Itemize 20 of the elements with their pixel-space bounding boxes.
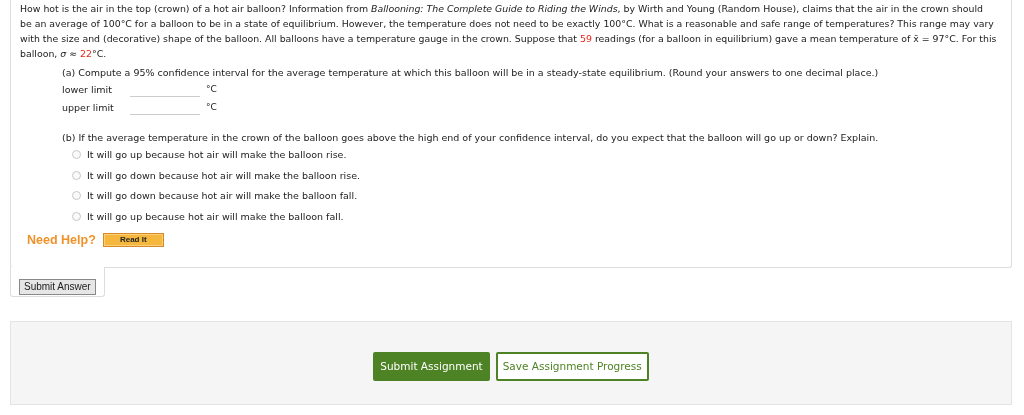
read-it-button[interactable]: Read It — [102, 232, 164, 247]
option-label: It will go down because hot air will make the balloon fall. — [87, 190, 358, 202]
radio-button[interactable] — [72, 191, 81, 201]
field-label: lower limit — [62, 83, 113, 95]
save-progress-button[interactable]: Save Assignment Progress — [495, 351, 649, 381]
field-label: upper limit — [62, 101, 115, 113]
unit-label: °C — [206, 102, 217, 112]
question-text: How hot is the air in the top (crown) of a hot air balloon? Information from Ballooning: The Complete Guide to Riding the Winds, by Wirth and Young (Random House), claims that the air in the crown should be an average of 100°C for a balloon to be in a state of equilibrium. However, the temperature does not need to be exactly 100°C. What is a reasonable and safe range of temperatures? This range may vary with the size and (decorative) shape of the balloon. All balloons have a temperature gauge in the crown. Suppose that 59 readings (for a balloon in equilibrium) gave a mean temperature of x̄ = 97°C. For this balloon, σ ≈ 22°C. — [20, 2, 998, 61]
submit-assignment-button[interactable]: Submit Assignment — [373, 351, 490, 381]
part-a-prompt: (a) Compute a 95% confidence interval for the average temperature at which this balloon will be in a steady-state equilibrium. (Round your answers to one decimal place.) — [62, 66, 880, 80]
need-help-label: Need Help? — [27, 232, 96, 247]
option-label: It will go up because hot air will make the balloon rise. — [87, 148, 347, 160]
radio-button[interactable] — [72, 211, 81, 221]
option-label: It will go down because hot air will make the balloon rise. — [87, 169, 361, 181]
radio-button[interactable] — [72, 149, 81, 159]
unit-label: °C — [206, 84, 217, 94]
part-b-prompt: (b) If the average temperature in the crown of the balloon goes above the high end of your confidence interval, do you expect that the balloon will go up or down? Explain. — [62, 132, 880, 144]
radio-button[interactable] — [72, 170, 81, 180]
option-label: It will go up because hot air will make the balloon fall. — [87, 210, 344, 222]
submit-answer-button[interactable]: Submit Answer — [19, 278, 96, 295]
